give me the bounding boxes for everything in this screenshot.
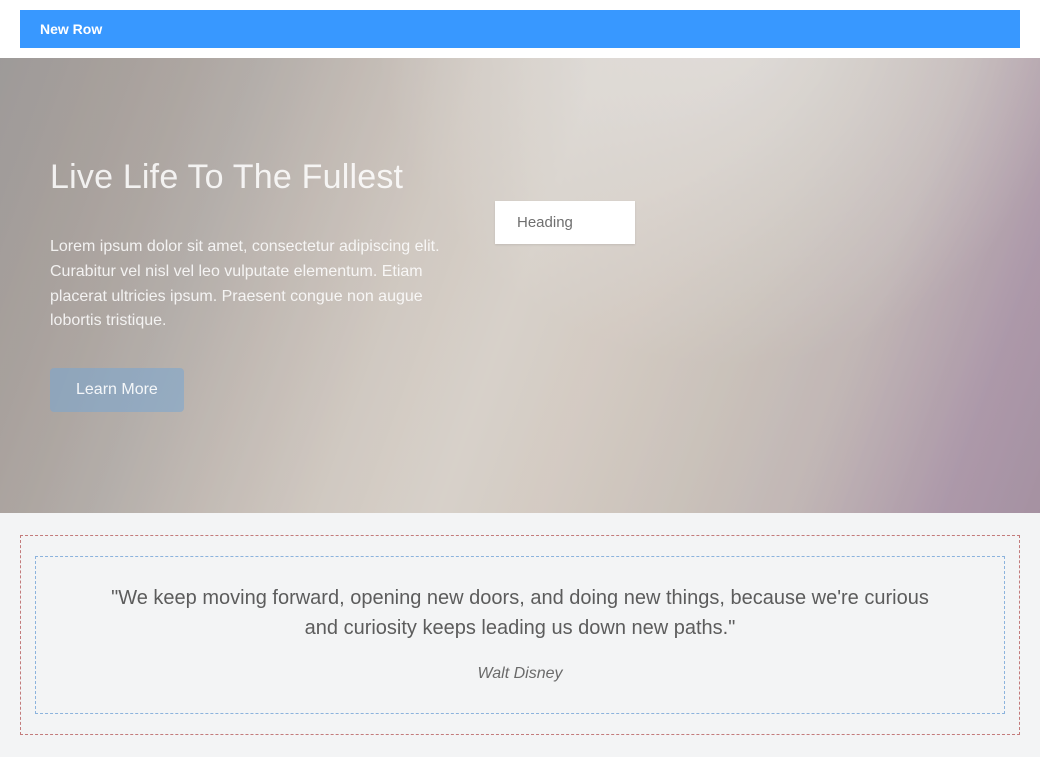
heading-block-label: Heading (517, 214, 573, 231)
quote-author[interactable]: Walt Disney (96, 665, 944, 683)
quote-row-selection[interactable]: "We keep moving forward, opening new doo… (20, 535, 1020, 735)
hero-title[interactable]: Live Life To The Fullest (50, 158, 470, 197)
quote-text[interactable]: "We keep moving forward, opening new doo… (96, 583, 944, 643)
quote-column-selection[interactable]: "We keep moving forward, opening new doo… (35, 556, 1005, 714)
hero-text[interactable]: Lorem ipsum dolor sit amet, consectetur … (50, 235, 470, 334)
quote-section: "We keep moving forward, opening new doo… (0, 513, 1040, 757)
hero-content: Live Life To The Fullest Lorem ipsum dol… (0, 58, 520, 412)
heading-block[interactable]: Heading (495, 201, 635, 244)
new-row-button[interactable]: New Row (20, 10, 1020, 48)
hero-section: Live Life To The Fullest Lorem ipsum dol… (0, 58, 1040, 513)
learn-more-button[interactable]: Learn More (50, 368, 184, 412)
new-row-label: New Row (40, 21, 102, 37)
